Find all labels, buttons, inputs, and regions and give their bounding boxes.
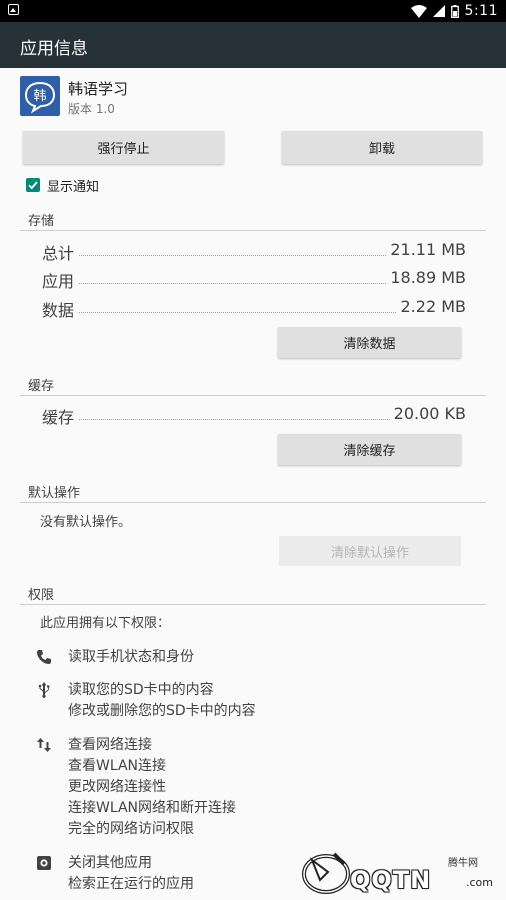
app-version: 版本 1.0 — [68, 102, 115, 116]
permissions-header: 权限 — [28, 588, 55, 603]
settings-app-icon — [37, 856, 51, 870]
permission-item: 修改或删除您的SD卡中的内容 — [68, 703, 256, 719]
cache-divider — [20, 395, 486, 396]
wifi-icon — [410, 4, 427, 18]
storage-total-value: 21.11 MB — [386, 240, 466, 259]
permissions-intro: 此应用拥有以下权限： — [40, 616, 171, 631]
clear-data-button[interactable]: 清除数据 — [278, 327, 461, 358]
permission-item: 检索正在运行的应用 — [68, 876, 194, 892]
status-bar: 5:11 — [0, 0, 506, 22]
defaults-divider — [20, 502, 486, 503]
permission-item: 关闭其他应用 — [68, 855, 152, 871]
storage-app-row: 应用 18.89 MB — [42, 268, 466, 292]
permission-item: 连接WLAN网络和断开连接 — [68, 800, 237, 816]
uninstall-button[interactable]: 卸载 — [282, 131, 482, 164]
app-icon: 韩 — [20, 76, 60, 116]
force-stop-button[interactable]: 强行停止 — [23, 131, 224, 164]
permission-item: 查看网络连接 — [68, 737, 152, 753]
watermark-brand: QQTN — [350, 866, 432, 894]
app-name: 韩语学习 — [68, 80, 129, 98]
page-title: 应用信息 — [20, 39, 88, 59]
signal-icon — [432, 5, 445, 17]
show-notifications-checkbox[interactable] — [26, 178, 40, 192]
storage-app-label: 应用 — [42, 268, 79, 292]
battery-icon — [450, 4, 459, 18]
cache-header: 缓存 — [28, 379, 55, 394]
permission-item: 读取手机状态和身份 — [68, 649, 194, 665]
notification-icon — [8, 4, 19, 15]
watermark: QQTN 腾牛网 .com — [298, 848, 498, 898]
storage-total-row: 总计 21.11 MB — [42, 240, 466, 264]
storage-data-row: 数据 2.22 MB — [42, 297, 466, 321]
storage-total-label: 总计 — [42, 240, 79, 264]
app-header: 韩 韩语学习 版本 1.0 — [20, 74, 480, 118]
network-arrows-icon — [37, 738, 51, 752]
app-icon-glyph: 韩 — [33, 89, 46, 104]
app-bar: 应用信息 — [0, 22, 506, 68]
watermark-suffix: .com — [466, 876, 493, 889]
phone-icon — [37, 650, 51, 664]
clear-cache-button[interactable]: 清除缓存 — [278, 434, 461, 465]
storage-data-value: 2.22 MB — [396, 297, 466, 316]
cache-value: 20.00 KB — [389, 404, 466, 423]
storage-header: 存储 — [28, 214, 55, 229]
clock: 5:11 — [464, 3, 498, 19]
permission-item: 完全的网络访问权限 — [68, 821, 194, 837]
permission-item: 查看WLAN连接 — [68, 758, 167, 774]
storage-app-value: 18.89 MB — [386, 268, 466, 287]
show-notifications-row[interactable]: 显示通知 — [26, 176, 100, 195]
defaults-header: 默认操作 — [28, 486, 81, 501]
permission-item: 读取您的SD卡中的内容 — [68, 682, 214, 698]
permissions-divider — [20, 604, 486, 605]
cache-label: 缓存 — [42, 404, 79, 428]
watermark-small-text: 腾牛网 — [448, 858, 478, 869]
permission-item: 更改网络连接性 — [68, 779, 166, 795]
no-defaults-text: 没有默认操作。 — [40, 515, 132, 530]
clear-defaults-button: 清除默认操作 — [279, 536, 461, 566]
show-notifications-label: 显示通知 — [47, 179, 100, 195]
usb-icon — [38, 682, 50, 698]
storage-divider — [20, 230, 486, 231]
storage-data-label: 数据 — [42, 297, 79, 321]
cache-row: 缓存 20.00 KB — [42, 404, 466, 428]
checkmark-icon — [28, 181, 38, 190]
watermark-logo — [302, 852, 350, 894]
